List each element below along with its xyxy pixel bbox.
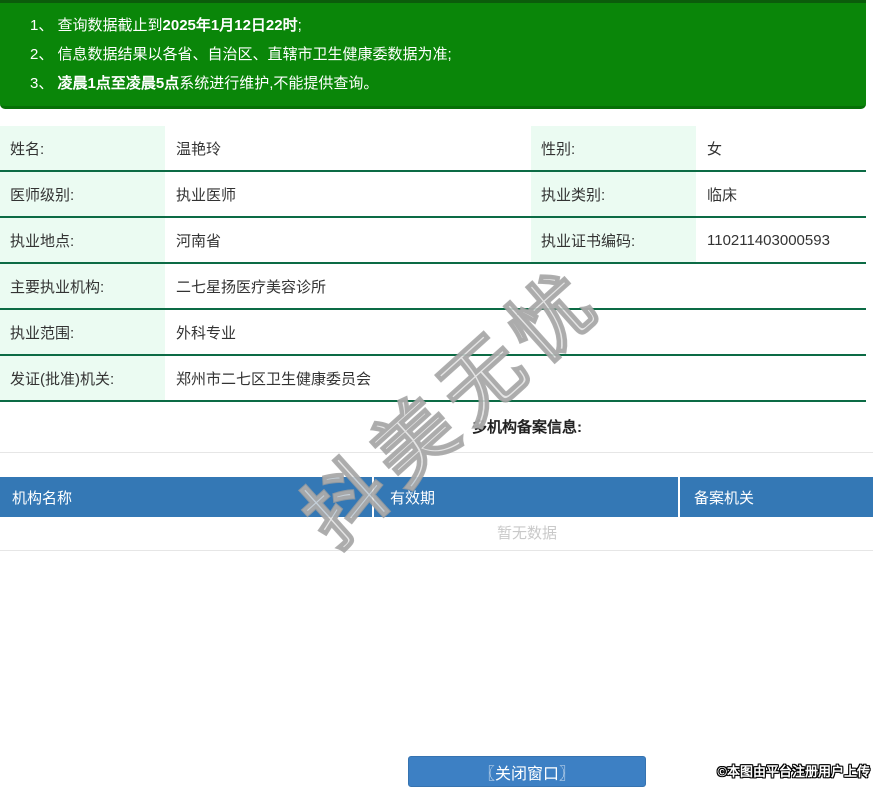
filing-table-header: 机构名称 有效期 备案机关 — [0, 477, 873, 517]
filing-col-filing-authority: 备案机关 — [694, 489, 755, 507]
certificate-number-value: 110211403000593 — [707, 231, 830, 249]
notice-3-bold: 凌晨1点至凌晨5点 — [57, 75, 180, 92]
notice-1-bold: 2025年1月12日22时 — [162, 17, 298, 34]
info-row-name-gender: 姓名: 温艳玲 性别: 女 — [0, 126, 866, 172]
notice-3-text: 3、 — [30, 75, 58, 92]
notice-line-2: 2、 信息数据结果以各省、自治区、直辖市卫生健康委数据为准; — [30, 40, 856, 69]
certificate-number-label: 执业证书编码: — [531, 218, 696, 262]
page-container: 1、 查询数据截止到2025年1月12日22时; 2、 信息数据结果以各省、自治… — [0, 0, 873, 787]
notice-line-3: 3、 凌晨1点至凌晨5点系统进行维护,不能提供查询。 — [30, 69, 856, 98]
practice-scope-value: 外科专业 — [176, 324, 237, 342]
practitioner-info-table: 姓名: 温艳玲 性别: 女 医师级别: 执业医师 执业类别: 临床 执业地点: … — [0, 126, 866, 402]
close-window-button[interactable]: 〖关闭窗口〗 — [408, 756, 646, 787]
practice-location-label: 执业地点: — [0, 218, 165, 262]
name-label: 姓名: — [0, 126, 165, 170]
filing-section-title: 多机构备案信息: — [0, 402, 873, 453]
issuing-authority-label: 发证(批准)机关: — [0, 356, 165, 400]
filing-col-institution-name: 机构名称 — [12, 489, 73, 507]
info-row-location-certificate: 执业地点: 河南省 执业证书编码: 110211403000593 — [0, 218, 866, 264]
main-institution-label: 主要执业机构: — [0, 264, 165, 308]
filing-empty-row: 暂无数据 — [0, 517, 873, 551]
main-institution-value: 二七星扬医疗美容诊所 — [176, 278, 327, 296]
notice-1-tail: ; — [297, 17, 302, 34]
name-value: 温艳玲 — [176, 140, 222, 158]
practice-category-label: 执业类别: — [531, 172, 696, 216]
doctor-level-label: 医师级别: — [0, 172, 165, 216]
doctor-level-value: 执业医师 — [176, 186, 237, 204]
filing-gap — [0, 453, 873, 477]
practice-scope-label: 执业范围: — [0, 310, 165, 354]
issuing-authority-value: 郑州市二七区卫生健康委员会 — [176, 370, 372, 388]
practice-category-value: 临床 — [707, 186, 738, 204]
practice-location-value: 河南省 — [176, 232, 222, 250]
filing-col-validity-period: 有效期 — [390, 489, 436, 507]
notice-1-text: 1、 查询数据截止到 — [30, 17, 163, 34]
gender-value: 女 — [707, 140, 723, 158]
notice-line-1: 1、 查询数据截止到2025年1月12日22时; — [30, 11, 856, 40]
info-row-level-category: 医师级别: 执业医师 执业类别: 临床 — [0, 172, 866, 218]
gender-label: 性别: — [531, 126, 696, 170]
info-row-issuing-authority: 发证(批准)机关: 郑州市二七区卫生健康委员会 — [0, 356, 866, 402]
info-row-practice-scope: 执业范围: 外科专业 — [0, 310, 866, 356]
notice-panel: 1、 查询数据截止到2025年1月12日22时; 2、 信息数据结果以各省、自治… — [0, 0, 866, 109]
notice-3-tail: 系统进行维护,不能提供查询。 — [179, 75, 379, 92]
info-row-main-institution: 主要执业机构: 二七星扬医疗美容诊所 — [0, 264, 866, 310]
credit-watermark: ©本图由平台注册用户上传 — [717, 764, 870, 779]
notice-2-text: 2、 信息数据结果以各省、自治区、直辖市卫生健康委数据为准; — [30, 46, 452, 63]
